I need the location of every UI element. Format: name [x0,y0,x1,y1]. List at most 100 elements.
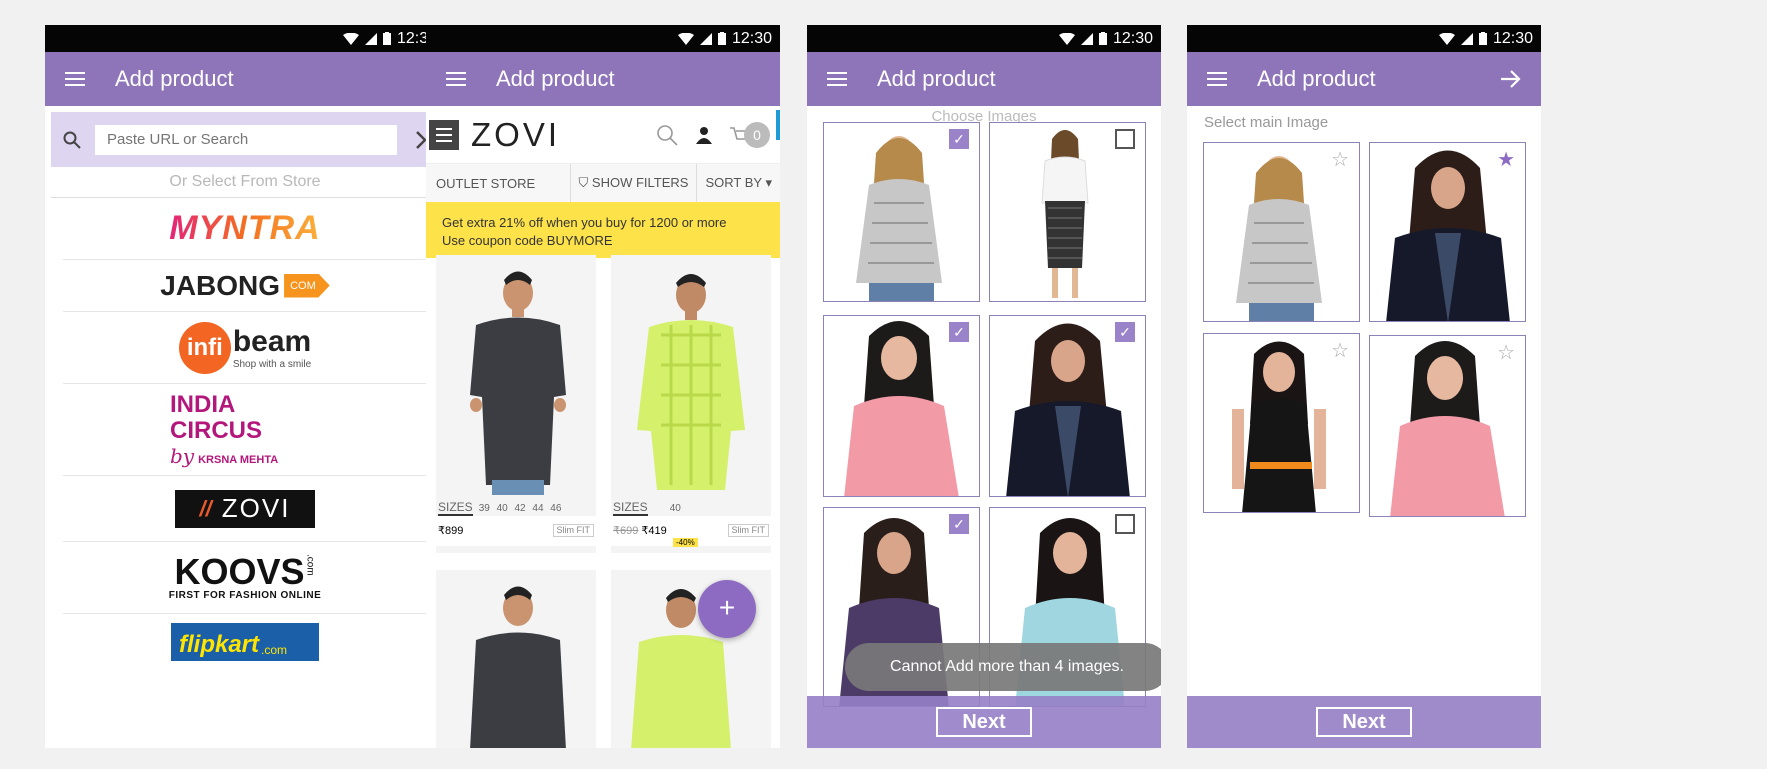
india-circus-by: by [170,443,195,468]
battery-icon [1098,32,1107,45]
outlet-store-label: OUTLET STORE [436,175,536,191]
user-icon[interactable] [696,126,712,144]
menu-icon[interactable] [65,72,85,86]
store-myntra[interactable]: MYNTRA [63,198,427,260]
infibeam-wordmark: beam [232,325,312,358]
status-bar: 12:30 [45,25,445,52]
star-filled-icon[interactable]: ★ [1497,147,1515,172]
wifi-icon [1058,32,1075,45]
product-image [611,255,771,495]
zovi-menu-icon[interactable] [429,119,459,150]
sort-by-label: SORT BY [705,175,762,190]
search-icon[interactable] [63,131,81,149]
fit-badge: Slim FIT [727,524,769,537]
image-checkbox[interactable]: ✓ [949,129,969,149]
image-checkbox[interactable] [1115,514,1135,534]
store-india-circus[interactable]: INDIA CIRCUS by KRSNA MEHTA [63,384,427,476]
koovs-tagline: FIRST FOR FASHION ONLINE [168,590,322,601]
sort-by-button[interactable]: SORT BY ▾ [696,164,780,202]
image-checkbox[interactable]: ✓ [1115,322,1135,342]
menu-icon[interactable] [1207,72,1227,86]
product-card-dark-shirt[interactable]: SIZES 39 40 42 44 46 ₹899 Slim FIT [436,255,596,553]
app-bar: Add product [426,52,780,106]
koovs-logo: KOOVS [174,551,305,592]
myntra-logo: MYNTRA [169,209,321,247]
flipkart-logo: flipkart .com [171,623,319,661]
next-button[interactable]: Next [936,707,1032,737]
star-outline-icon[interactable]: ☆ [1497,340,1515,365]
main-image-tile-striped-shirt[interactable]: ☆ [1203,142,1360,322]
promo-banner: Get extra 21% off when you buy for 1200 … [426,202,780,258]
flipkart-wordmark: flipkart [179,631,260,658]
image-tile-pink-shirt[interactable]: ✓ [823,315,980,497]
product-card-check-shirt[interactable]: SIZES 40 ₹699 ₹419 Slim FIT -40% [611,255,771,553]
add-fab-button[interactable]: + [698,580,756,638]
product-card-dark-shirt-2[interactable] [436,570,596,748]
image-checkbox[interactable]: ✓ [949,322,969,342]
screen-select-store: 12:30 Add product Or Select From Store M… [45,25,445,748]
infibeam-badge: infi [178,321,231,374]
india-circus-logo: INDIA CIRCUS [170,390,263,444]
screen-zovi-store: 12:30 Add product ZOVI 0 OUTLET STORE ⛉ … [426,25,780,748]
zovi-header: ZOVI 0 [426,106,780,164]
status-time: 12:30 [731,29,772,47]
zovi-brand: ZOVI [471,115,561,153]
cart-count: 0 [744,121,770,148]
zovi-logo: // ZOVI [175,489,315,528]
app-bar: Add product [807,52,1161,106]
search-input[interactable] [95,124,397,155]
page-title: Add product [877,66,996,91]
store-infibeam[interactable]: infi beam Shop with a smile [63,312,427,384]
screen-select-main-image: 12:30 Add product Select main Image ☆ ★ [1187,25,1541,748]
product-image [844,321,959,496]
promo-line-2: Use coupon code BUYMORE [442,233,613,248]
search-icon[interactable] [656,124,678,146]
wifi-icon [342,32,359,45]
product-image [1006,323,1130,496]
india-circus-sub: KRSNA MEHTA [198,453,279,466]
arrow-right-icon[interactable] [1501,70,1521,88]
store-zovi[interactable]: // ZOVI [63,476,427,542]
store-koovs[interactable]: KOOVS .com FIRST FOR FASHION ONLINE [63,542,427,614]
main-image-tile-pink-shirt[interactable]: ☆ [1369,335,1526,517]
select-main-image-label: Select main Image [1204,114,1329,131]
sizes-label: SIZES [613,500,648,516]
koovs-com: .com [304,554,316,576]
bottom-bar: Next [807,696,1161,748]
wifi-icon [677,32,694,45]
image-checkbox[interactable] [1115,129,1135,149]
main-image-tile-black-dress[interactable]: ☆ [1203,333,1360,513]
filter-icon: ⛉ [578,175,589,190]
signal-icon [1460,32,1473,45]
status-time: 12:30 [1112,29,1153,47]
status-bar: 12:30 [426,25,780,52]
scroll-indicator [776,109,780,140]
store-jabong[interactable]: JABONG COM [63,260,427,312]
star-outline-icon[interactable]: ☆ [1331,147,1349,172]
jabong-logo: JABONG [160,269,281,301]
cart-icon[interactable]: 0 [730,121,770,148]
star-outline-icon[interactable]: ☆ [1331,338,1349,363]
page-title: Add product [115,66,234,91]
sizes-list: 40 [669,502,681,514]
next-button[interactable]: Next [1316,707,1412,737]
toast-message: Cannot Add more than 4 images. [845,643,1161,691]
battery-icon [382,32,391,45]
show-filters-button[interactable]: ⛉ SHOW FILTERS [569,164,697,202]
sizes-label: SIZES [438,500,473,516]
product-image [856,136,942,301]
image-tile-striped-shirt[interactable]: ✓ [823,122,980,302]
menu-icon[interactable] [827,72,847,86]
image-tile-black-blazer[interactable]: ✓ [989,315,1146,497]
select-store-hint: Or Select From Store [169,173,321,190]
menu-icon[interactable] [446,72,466,86]
fit-badge: Slim FIT [552,524,594,537]
store-flipkart[interactable]: flipkart .com [63,614,427,670]
image-checkbox[interactable]: ✓ [949,514,969,534]
product-image [1041,130,1089,298]
product-image [436,570,596,748]
image-tile-white-top[interactable] [989,122,1146,302]
main-image-tile-black-blazer[interactable]: ★ [1369,142,1526,322]
caret-down-icon: ▾ [765,175,772,190]
battery-icon [717,32,726,45]
